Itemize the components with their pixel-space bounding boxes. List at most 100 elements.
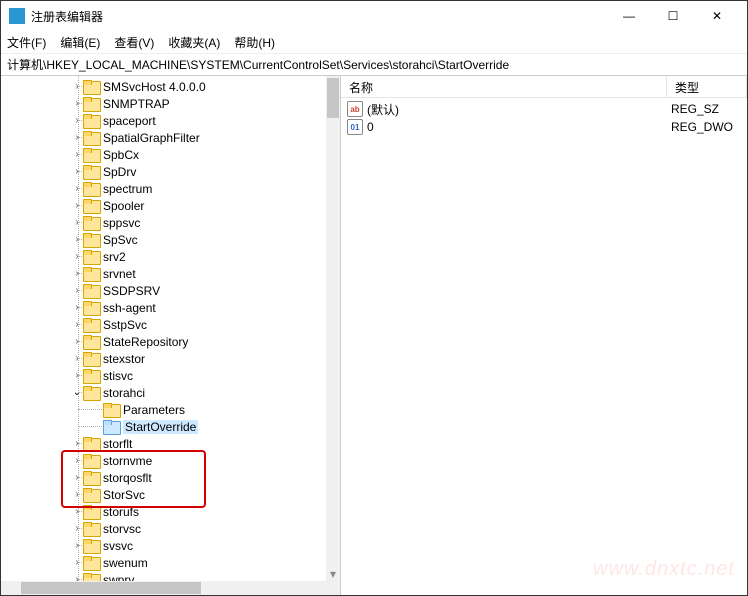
column-name[interactable]: 名称 bbox=[341, 76, 667, 97]
tree-item-label: SpSvc bbox=[103, 233, 138, 247]
tree-item-label: SpatialGraphFilter bbox=[103, 131, 200, 145]
tree-item[interactable]: ›SpDrv bbox=[1, 163, 326, 180]
menu-help[interactable]: 帮助(H) bbox=[234, 34, 275, 51]
tree-item-label: StorSvc bbox=[103, 488, 145, 502]
dword-value-icon: 01 bbox=[347, 119, 363, 135]
folder-icon bbox=[103, 420, 119, 433]
tree-item-label: storflt bbox=[103, 437, 132, 451]
tree-item[interactable]: ›SSDPSRV bbox=[1, 282, 326, 299]
folder-icon bbox=[83, 199, 99, 212]
folder-icon bbox=[83, 182, 99, 195]
folder-icon bbox=[83, 369, 99, 382]
folder-icon bbox=[83, 233, 99, 246]
folder-icon bbox=[83, 148, 99, 161]
tree-item-label: SpDrv bbox=[103, 165, 136, 179]
folder-icon bbox=[83, 131, 99, 144]
tree-item[interactable]: Parameters bbox=[1, 401, 326, 418]
folder-icon bbox=[83, 165, 99, 178]
values-header: 名称 类型 bbox=[341, 76, 747, 98]
tree-item-label: stisvc bbox=[103, 369, 133, 383]
tree-item-label: SstpSvc bbox=[103, 318, 147, 332]
folder-icon bbox=[83, 573, 99, 581]
maximize-button[interactable]: ☐ bbox=[651, 1, 695, 31]
menu-edit[interactable]: 编辑(E) bbox=[60, 34, 100, 51]
folder-icon bbox=[83, 114, 99, 127]
folder-icon bbox=[83, 80, 99, 93]
menu-file[interactable]: 文件(F) bbox=[7, 34, 46, 51]
tree-item-label: swenum bbox=[103, 556, 148, 570]
value-row[interactable]: 010REG_DWO bbox=[341, 118, 747, 136]
folder-icon bbox=[83, 335, 99, 348]
folder-icon bbox=[83, 386, 99, 399]
tree-item[interactable]: ›spaceport bbox=[1, 112, 326, 129]
tree-item[interactable]: ›stisvc bbox=[1, 367, 326, 384]
tree-item-label: storvsc bbox=[103, 522, 141, 536]
tree-inner[interactable]: ›SMSvcHost 4.0.0.0›SNMPTRAP›spaceport›Sp… bbox=[1, 76, 326, 581]
menu-view[interactable]: 查看(V) bbox=[114, 34, 154, 51]
menubar: 文件(F) 编辑(E) 查看(V) 收藏夹(A) 帮助(H) bbox=[1, 31, 747, 53]
minimize-button[interactable]: — bbox=[607, 1, 651, 31]
tree-item-label: storahci bbox=[103, 386, 145, 400]
tree-item[interactable]: ›SpSvc bbox=[1, 231, 326, 248]
folder-icon bbox=[83, 471, 99, 484]
tree-item[interactable]: ›SstpSvc bbox=[1, 316, 326, 333]
tree-item[interactable]: ›stexstor bbox=[1, 350, 326, 367]
tree-item[interactable]: ›storqosflt bbox=[1, 469, 326, 486]
tree-scrollbar-horizontal[interactable] bbox=[1, 581, 340, 595]
tree-item-label: spaceport bbox=[103, 114, 156, 128]
folder-icon bbox=[83, 488, 99, 501]
tree-item[interactable]: ›spectrum bbox=[1, 180, 326, 197]
tree-item[interactable]: ›svsvc bbox=[1, 537, 326, 554]
tree-item-label: SpbCx bbox=[103, 148, 139, 162]
value-row[interactable]: ab(默认)REG_SZ bbox=[341, 100, 747, 118]
window-title: 注册表编辑器 bbox=[31, 8, 607, 25]
tree-item[interactable]: ›storufs bbox=[1, 503, 326, 520]
folder-icon bbox=[83, 556, 99, 569]
column-type[interactable]: 类型 bbox=[667, 76, 747, 97]
close-button[interactable]: ✕ bbox=[695, 1, 739, 31]
tree-item[interactable]: ›swprv bbox=[1, 571, 326, 581]
tree-scrollbar-vertical[interactable]: ▴ ▾ bbox=[326, 76, 340, 581]
tree-item[interactable]: ⌄storahci bbox=[1, 384, 326, 401]
tree-item[interactable]: ›storflt bbox=[1, 435, 326, 452]
string-value-icon: ab bbox=[347, 101, 363, 117]
tree-item[interactable]: ›SMSvcHost 4.0.0.0 bbox=[1, 78, 326, 95]
tree-item-label: StateRepository bbox=[103, 335, 188, 349]
tree-item-label: SMSvcHost 4.0.0.0 bbox=[103, 80, 206, 94]
tree-item[interactable]: ›StorSvc bbox=[1, 486, 326, 503]
tree-item[interactable]: ›StateRepository bbox=[1, 333, 326, 350]
tree-item[interactable]: ›sppsvc bbox=[1, 214, 326, 231]
value-name: (默认) bbox=[367, 101, 671, 118]
folder-icon bbox=[83, 505, 99, 518]
menu-favorites[interactable]: 收藏夹(A) bbox=[168, 34, 220, 51]
tree-item-label: Parameters bbox=[123, 403, 185, 417]
registry-path: 计算机\HKEY_LOCAL_MACHINE\SYSTEM\CurrentCon… bbox=[7, 56, 509, 73]
tree-item-label: ssh-agent bbox=[103, 301, 156, 315]
tree-item[interactable]: StartOverride bbox=[1, 418, 326, 435]
tree-item[interactable]: ›SpatialGraphFilter bbox=[1, 129, 326, 146]
tree-item-label: storufs bbox=[103, 505, 139, 519]
titlebar: 注册表编辑器 — ☐ ✕ bbox=[1, 1, 747, 31]
tree-item[interactable]: ›ssh-agent bbox=[1, 299, 326, 316]
folder-icon bbox=[83, 522, 99, 535]
tree-item-label: SSDPSRV bbox=[103, 284, 160, 298]
values-body[interactable]: ab(默认)REG_SZ010REG_DWO bbox=[341, 98, 747, 595]
scroll-down-icon[interactable]: ▾ bbox=[326, 567, 340, 581]
tree-item[interactable]: ›SNMPTRAP bbox=[1, 95, 326, 112]
tree-item[interactable]: ›stornvme bbox=[1, 452, 326, 469]
tree-item-label: Spooler bbox=[103, 199, 144, 213]
tree-item[interactable]: ›swenum bbox=[1, 554, 326, 571]
tree-item[interactable]: ›srv2 bbox=[1, 248, 326, 265]
tree-item[interactable]: ›Spooler bbox=[1, 197, 326, 214]
tree-item-label: stornvme bbox=[103, 454, 152, 468]
tree-item-label: spectrum bbox=[103, 182, 152, 196]
folder-icon bbox=[83, 267, 99, 280]
tree-item[interactable]: ›SpbCx bbox=[1, 146, 326, 163]
scroll-thumb-horizontal[interactable] bbox=[21, 582, 201, 594]
tree-item-label: stexstor bbox=[103, 352, 145, 366]
tree-item[interactable]: ›srvnet bbox=[1, 265, 326, 282]
tree-item-label: svsvc bbox=[103, 539, 133, 553]
tree-item[interactable]: ›storvsc bbox=[1, 520, 326, 537]
folder-icon bbox=[83, 284, 99, 297]
scroll-thumb-vertical[interactable] bbox=[327, 78, 339, 118]
